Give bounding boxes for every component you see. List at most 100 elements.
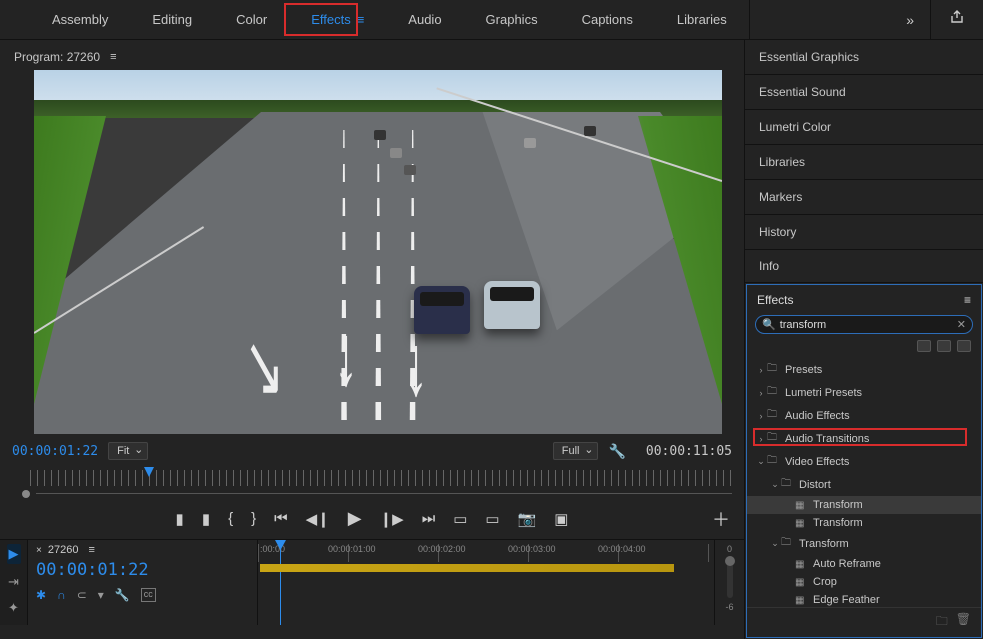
tree-item-label: Transform [813, 517, 863, 529]
panel-tab-markers[interactable]: Markers [745, 180, 983, 215]
effects-folder[interactable]: ⌄🗀Distort [747, 473, 981, 496]
folder-icon: 🗀 [767, 430, 781, 447]
play-button[interactable]: ▶ [348, 508, 362, 529]
zoom-dropdown[interactable]: Fit [108, 442, 148, 460]
program-monitor-video[interactable]: ↘↓↓ [34, 70, 722, 434]
close-icon[interactable]: × [36, 545, 42, 556]
effects-search-input[interactable]: 🔍 transform ✕ [755, 315, 973, 334]
panel-menu-icon[interactable]: ≡ [964, 293, 971, 307]
search-icon: 🔍 [762, 318, 776, 331]
effects-item[interactable]: ▦Edge Feather [747, 591, 981, 607]
panel-menu-icon[interactable]: ≡ [88, 544, 94, 556]
workspace-tab-graphics[interactable]: Graphics [464, 0, 560, 40]
folder-icon: 🗀 [767, 384, 781, 401]
panel-tab-lumetri-color[interactable]: Lumetri Color [745, 110, 983, 145]
caption-track-icon[interactable]: cc [141, 588, 156, 602]
panel-tab-essential-graphics[interactable]: Essential Graphics [745, 40, 983, 75]
timeline-panel: ▶ ⇥ ✦ × 27260 ≡ 00:00:01:22 ✱ ∩ ⊂ ▾ 🔧 cc [0, 539, 744, 625]
tree-item-label: Transform [799, 538, 849, 550]
extract-button[interactable]: ▭ [485, 510, 499, 528]
settings-wrench-icon[interactable]: 🔧 [115, 588, 130, 602]
magnet-icon[interactable]: ∩ [57, 588, 66, 602]
timeline-tools: ▶ ⇥ ✦ [0, 540, 28, 625]
effects-item[interactable]: ▦Transform [747, 496, 981, 514]
panel-tab-info[interactable]: Info [745, 250, 983, 283]
chevron-down-icon[interactable]: ⌄ [769, 538, 781, 549]
workspace-tab-editing[interactable]: Editing [130, 0, 214, 40]
32bit-badge-icon[interactable] [937, 340, 951, 352]
linked-selection-icon[interactable]: ⊂ [77, 588, 87, 602]
clear-search-icon[interactable]: ✕ [957, 318, 966, 331]
button-editor-plus-icon[interactable]: ＋ [712, 506, 730, 532]
timeline-tracks[interactable]: :00:00 00:00:01:00 00:00:02:00 00:00:03:… [258, 540, 714, 625]
program-sequence-name: 27260 [67, 50, 100, 64]
playhead-icon[interactable] [144, 467, 154, 477]
selection-tool-icon[interactable]: ▶ [7, 544, 21, 564]
effects-item[interactable]: ▦Transform [747, 514, 981, 532]
panel-menu-icon[interactable]: ≡ [110, 51, 116, 63]
share-icon[interactable] [931, 9, 983, 30]
track-select-tool-icon[interactable]: ⇥ [8, 574, 19, 590]
timeline-current-timecode[interactable]: 00:00:01:22 [36, 560, 249, 580]
program-current-timecode[interactable]: 00:00:01:22 [12, 444, 98, 459]
comparison-view-button[interactable]: ▣ [554, 510, 568, 528]
timeline-zoom[interactable]: 0 -6 [714, 540, 744, 625]
effects-folder[interactable]: ›🗀Presets [747, 358, 981, 381]
workspace-overflow-button[interactable]: » [890, 12, 930, 28]
chevron-right-icon[interactable]: › [755, 434, 767, 444]
effects-type-badges [747, 340, 981, 356]
panel-tab-libraries[interactable]: Libraries [745, 145, 983, 180]
tree-item-label: Audio Transitions [785, 433, 869, 445]
workspace-tab-effects[interactable]: Effects≡ [289, 0, 386, 40]
workspace-tab-audio[interactable]: Audio [386, 0, 463, 40]
yuv-badge-icon[interactable] [957, 340, 971, 352]
step-back-button[interactable]: ⏮ [274, 510, 288, 527]
timeline-ruler[interactable]: :00:00 00:00:01:00 00:00:02:00 00:00:03:… [258, 544, 714, 562]
tree-item-label: Transform [813, 499, 863, 511]
effects-folder[interactable]: ›🗀Audio Effects [747, 404, 981, 427]
effects-folder[interactable]: ›🗀Lumetri Presets [747, 381, 981, 404]
workspace-tab-color[interactable]: Color [214, 0, 289, 40]
chevron-right-icon[interactable]: › [755, 365, 767, 375]
panel-tab-essential-sound[interactable]: Essential Sound [745, 75, 983, 110]
frame-forward-button[interactable]: ❙▶ [380, 510, 404, 528]
program-time-ruler[interactable] [30, 470, 732, 486]
snap-icon[interactable]: ✱ [36, 588, 46, 602]
effects-item[interactable]: ▦Auto Reframe [747, 555, 981, 573]
accelerated-badge-icon[interactable] [917, 340, 931, 352]
chevron-right-icon[interactable]: › [755, 388, 767, 398]
effects-item[interactable]: ▦Crop [747, 573, 981, 591]
new-bin-icon[interactable]: 🗀 [936, 612, 948, 633]
chevron-down-icon[interactable]: ⌄ [769, 479, 781, 490]
go-to-in-button[interactable]: { [228, 510, 233, 527]
workspace-tab-assembly[interactable]: Assembly [30, 0, 130, 40]
divider [749, 0, 750, 40]
sequence-tab[interactable]: × 27260 ≡ [36, 544, 249, 556]
effects-folder[interactable]: ⌄🗀Video Effects [747, 450, 981, 473]
mark-in-button[interactable]: ▮ [176, 510, 184, 528]
mark-out-button[interactable]: ▮ [202, 510, 210, 528]
frame-back-button[interactable]: ◀❙ [306, 510, 330, 528]
tab-menu-icon[interactable]: ≡ [357, 12, 365, 27]
program-scrub-bar[interactable] [30, 490, 732, 496]
go-to-out-button[interactable]: } [251, 510, 256, 527]
export-frame-button[interactable]: 📷 [518, 510, 537, 528]
chevron-right-icon[interactable]: › [755, 411, 767, 421]
effects-folder[interactable]: ›🗀 Audio Transitions [747, 427, 981, 450]
resolution-dropdown[interactable]: Full [553, 442, 599, 460]
step-forward-button[interactable]: ⏭ [422, 510, 436, 527]
timeline-clip[interactable] [260, 564, 674, 572]
tree-item-label: Crop [813, 576, 837, 588]
workspace-tab-libraries[interactable]: Libraries [655, 0, 749, 40]
chevron-down-icon[interactable]: ⌄ [755, 456, 767, 467]
ripple-tool-icon[interactable]: ✦ [8, 600, 19, 616]
lift-button[interactable]: ▭ [453, 510, 467, 528]
settings-wrench-icon[interactable]: 🔧 [608, 443, 625, 460]
marker-icon[interactable]: ▾ [98, 588, 104, 602]
effects-folder[interactable]: ⌄🗀Transform [747, 532, 981, 555]
workspace-tab-captions[interactable]: Captions [560, 0, 655, 40]
panel-tab-history[interactable]: History [745, 215, 983, 250]
tree-item-label: Presets [785, 364, 822, 376]
effect-icon: ▦ [795, 559, 809, 570]
delete-icon[interactable]: 🗑 [956, 612, 971, 633]
